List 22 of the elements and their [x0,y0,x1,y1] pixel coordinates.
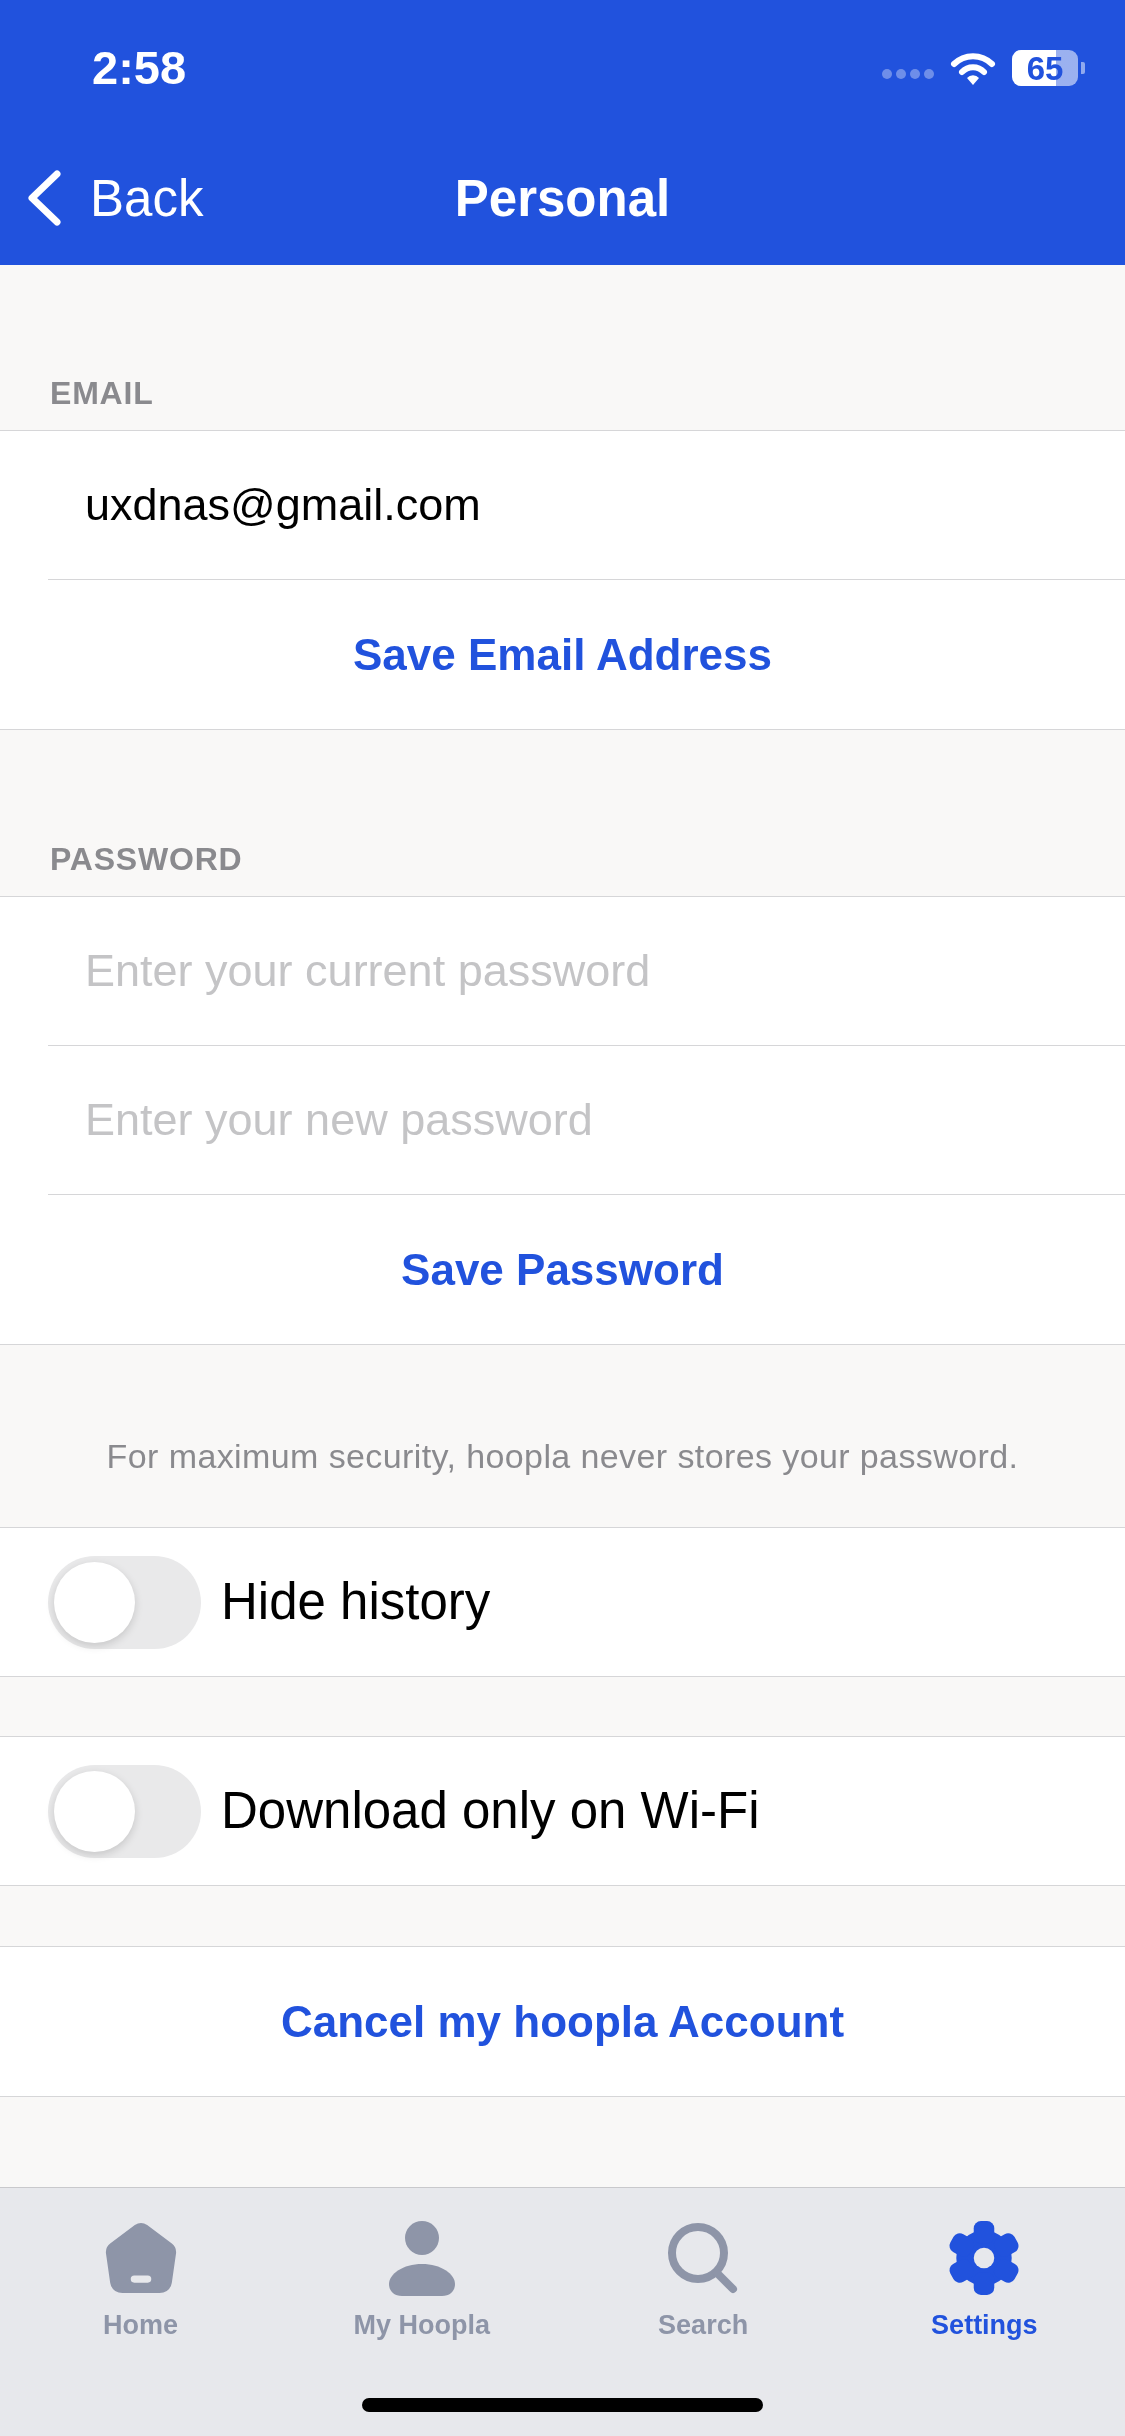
person-icon [386,2220,457,2296]
toggle-label: Hide history [221,1571,491,1632]
chevron-left-icon [26,169,62,227]
page-title: Personal [454,173,671,224]
section-header: EMAIL [50,377,154,409]
section-header: PASSWORD [50,843,243,875]
cancel-account-button[interactable]: Cancel my hoopla Account [0,1947,1125,2096]
password-field[interactable]: Enter your new password [0,1046,1125,1194]
security-note: For maximum security, hoopla never stores your password. [106,1437,1019,1477]
save-password-button[interactable]: Save Password [0,1195,1125,1344]
tab-bar-item[interactable]: Settings [931,2218,1038,2339]
home-icon [103,2221,178,2295]
password-field[interactable]: Enter your current password [0,897,1125,1045]
save-email-button[interactable]: Save Email Address [0,580,1125,729]
battery-indicator: 65 [1012,50,1085,86]
back-button[interactable]: Back [26,166,204,230]
toggle-label: Download only on Wi-Fi [221,1780,760,1841]
wifi-icon [950,51,996,85]
status-time: 2:58 [92,39,187,96]
search-icon [667,2222,740,2294]
signal-icon [882,69,934,79]
email-field[interactable]: uxdnas@gmail.com [0,431,1125,579]
